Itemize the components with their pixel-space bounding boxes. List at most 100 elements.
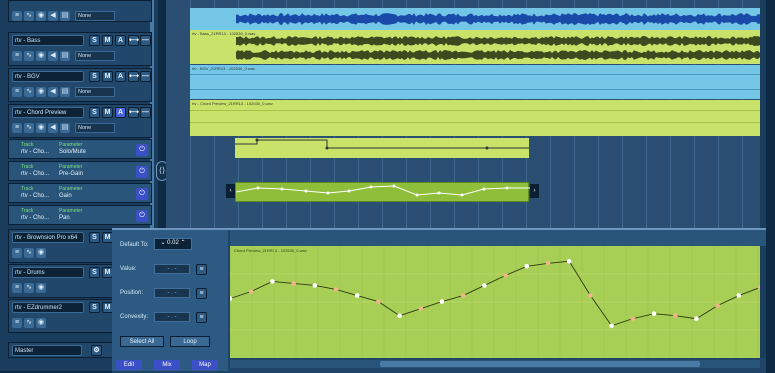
record-icon[interactable]: ≡ xyxy=(12,283,22,293)
automation-point[interactable] xyxy=(609,323,614,329)
tab-mix[interactable]: Mix xyxy=(154,360,180,370)
power-icon[interactable]: ⏻ xyxy=(136,210,148,222)
speaker-icon[interactable]: ◀ xyxy=(48,11,58,21)
automation-point[interactable] xyxy=(397,313,402,318)
automation-point[interactable] xyxy=(566,258,572,264)
solo-button[interactable]: S xyxy=(89,267,100,278)
automation-param-track[interactable]: Track rtv - Cho... Parameter Solo/Mute ⏻ xyxy=(8,139,152,159)
menu-icon[interactable]: ≡ xyxy=(196,288,207,299)
automation-icon[interactable]: ∿ xyxy=(24,318,34,328)
track-name[interactable]: rtv - BGV xyxy=(12,71,84,82)
speaker-icon[interactable]: ◀ xyxy=(48,123,58,133)
automation-point[interactable] xyxy=(715,303,720,308)
collapse-icon[interactable]: — xyxy=(140,71,151,82)
automation-point[interactable] xyxy=(736,293,742,298)
automation-point[interactable] xyxy=(418,306,424,311)
record-icon[interactable]: ≡ xyxy=(12,51,22,61)
record-icon[interactable]: ≡ xyxy=(12,318,22,328)
audio-clip[interactable]: rtv - Chord Preview_21RR13 - 102530_0.wa… xyxy=(190,100,766,136)
automation-button[interactable]: A xyxy=(115,107,126,118)
automation-point[interactable] xyxy=(312,283,318,288)
automation-param-track[interactable]: Track rtv - Cho... Parameter Pan ⏻ xyxy=(8,205,152,225)
power-icon[interactable]: ⏻ xyxy=(136,144,148,156)
parameter-value[interactable]: Pre-Gain xyxy=(59,171,83,177)
track-header[interactable]: rtv - Bass S M A ⟷ — ≡ ∿ ◉ ◀ ▤ None xyxy=(8,32,152,66)
speaker-icon[interactable]: ◀ xyxy=(48,87,58,97)
folder-icon[interactable]: ▤ xyxy=(60,87,70,97)
default-to-field[interactable]: ⌄ 0.02 ⌃ xyxy=(154,238,192,250)
solo-button[interactable]: S xyxy=(89,35,100,46)
editor-horizontal-scrollbar[interactable] xyxy=(230,360,760,368)
automation-point[interactable] xyxy=(270,279,275,284)
automation-curve[interactable] xyxy=(230,246,760,358)
parameter-value[interactable]: Solo/Mute xyxy=(59,149,86,155)
monitor-icon[interactable]: ◉ xyxy=(36,87,46,97)
menu-icon[interactable]: ≡ xyxy=(196,312,207,323)
track-value[interactable]: rtv - Cho... xyxy=(21,193,49,199)
clip-right-arrow-icon[interactable]: › xyxy=(530,184,539,198)
automation-icon[interactable]: ∿ xyxy=(24,248,34,258)
automation-point[interactable] xyxy=(354,293,360,298)
menu-icon[interactable]: ≡ xyxy=(196,264,207,275)
settings-icon[interactable]: ⚙ xyxy=(91,345,102,356)
expand-icon[interactable]: ⟷ xyxy=(128,71,139,82)
track-header[interactable]: ≡ ∿ ◉ ◀ ▤ None xyxy=(8,0,152,22)
collapse-icon[interactable]: — xyxy=(140,107,151,118)
solo-button[interactable]: S xyxy=(89,232,100,243)
expand-icon[interactable]: ⟷ xyxy=(128,107,139,118)
track-name[interactable]: rtv - EZdrummer2 xyxy=(12,302,84,313)
solo-button[interactable]: S xyxy=(89,71,100,82)
value-field[interactable]: - . - xyxy=(154,264,190,274)
automation-button[interactable]: A xyxy=(115,71,126,82)
track-name[interactable]: rtv - Bass xyxy=(12,35,84,46)
parameter-value[interactable]: Gain xyxy=(59,193,72,199)
automation-point[interactable] xyxy=(482,283,487,288)
record-icon[interactable]: ≡ xyxy=(12,11,22,21)
automation-clip[interactable] xyxy=(235,138,529,158)
track-value[interactable]: rtv - Cho... xyxy=(21,149,49,155)
automation-icon[interactable]: ∿ xyxy=(24,283,34,293)
select-all-button[interactable]: Select All xyxy=(120,336,164,347)
automation-mode[interactable]: None xyxy=(75,11,115,21)
folder-icon[interactable]: ▤ xyxy=(60,51,70,61)
track-name[interactable]: rtv - Drums xyxy=(12,267,84,278)
power-icon[interactable]: ⏻ xyxy=(136,188,148,200)
automation-param-track[interactable]: Track rtv - Cho... Parameter Gain ⏻ xyxy=(8,183,152,203)
arrange-view[interactable]: rtv - Bass_21RR13 - 102530_0.wav rtv - B… xyxy=(166,0,766,228)
automation-icon[interactable]: ∿ xyxy=(24,11,34,21)
automation-graph[interactable]: Chord Preview_21RR13 - 102530_0.wav xyxy=(230,230,766,371)
position-field[interactable]: - . - xyxy=(154,288,190,298)
convexity-field[interactable]: - . - xyxy=(154,312,190,322)
expand-icon[interactable]: ⟷ xyxy=(128,35,139,46)
audio-clip[interactable]: rtv - BGV_21RR13 - 102530_0.wav xyxy=(190,65,766,99)
editor-vertical-scrollbar[interactable] xyxy=(760,246,766,358)
record-icon[interactable]: ≡ xyxy=(12,123,22,133)
automation-point[interactable] xyxy=(694,316,699,322)
arrange-vertical-scrollbar[interactable] xyxy=(760,0,766,228)
audio-clip[interactable] xyxy=(190,8,766,30)
track-name[interactable]: rtv - Brownsion Pro x64 xyxy=(12,232,84,243)
collapse-icon[interactable]: — xyxy=(140,35,151,46)
automation-icon[interactable]: ∿ xyxy=(24,123,34,133)
scroll-thumb[interactable] xyxy=(380,361,700,367)
monitor-icon[interactable]: ◉ xyxy=(36,51,46,61)
audio-clip[interactable]: rtv - Bass_21RR13 - 102530_0.wav xyxy=(190,30,766,64)
mute-button[interactable]: M xyxy=(102,71,113,82)
automation-icon[interactable]: ∿ xyxy=(24,87,34,97)
automation-point[interactable] xyxy=(460,293,466,298)
monitor-icon[interactable]: ◉ xyxy=(36,11,46,21)
clip-left-arrow-icon[interactable]: ‹ xyxy=(226,184,235,198)
monitor-icon[interactable]: ◉ xyxy=(36,318,46,328)
track-header[interactable]: rtv - BGV S M A ⟷ — ≡ ∿ ◉ ◀ ▤ None xyxy=(8,68,152,102)
automation-point[interactable] xyxy=(672,313,678,318)
solo-button[interactable]: S xyxy=(89,302,100,313)
solo-button[interactable]: S xyxy=(89,107,100,118)
power-icon[interactable]: ⏻ xyxy=(136,166,148,178)
track-name[interactable]: rtv - Chord Preview xyxy=(12,107,84,118)
automation-mode[interactable]: None xyxy=(75,87,115,97)
automation-point[interactable] xyxy=(545,260,551,266)
loop-button[interactable]: Loop xyxy=(170,336,210,347)
master-track-name[interactable]: Master xyxy=(12,345,82,356)
automation-mode[interactable]: None xyxy=(75,51,115,61)
automation-point[interactable] xyxy=(630,316,636,322)
